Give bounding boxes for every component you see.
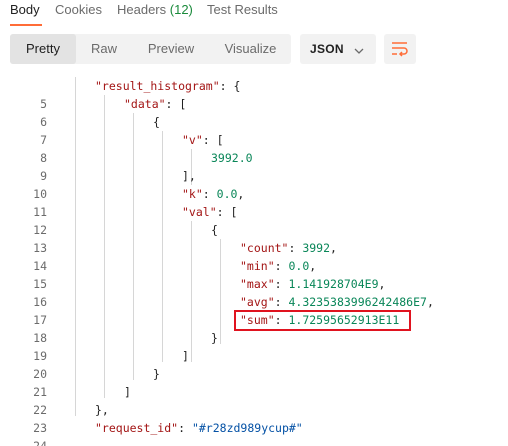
- json-key: "k": [182, 187, 203, 201]
- json-key: "min": [240, 259, 275, 273]
- code-line: 23 },: [0, 401, 508, 435]
- chevron-down-icon: [354, 43, 364, 61]
- wrap-lines-button[interactable]: [384, 34, 416, 64]
- code-line: 22 ]: [0, 383, 508, 417]
- json-number: 0.0: [216, 187, 238, 201]
- json-number: 4.3235383996242486E7: [288, 295, 427, 309]
- preview-button[interactable]: Preview: [132, 34, 210, 64]
- code-line: 15 "min": 0.0,: [0, 257, 508, 291]
- json-key: "val": [182, 205, 217, 219]
- code-line: 10 ],: [0, 167, 508, 201]
- code-line: 13 {: [0, 221, 508, 255]
- response-tabs: Body Cookies Headers (12) Test Results: [0, 0, 508, 28]
- code-line: 21 }: [0, 365, 508, 399]
- view-mode-segmented-control: Pretty Raw Preview Visualize: [10, 34, 291, 64]
- json-key: "max": [240, 277, 275, 291]
- code-line: 14 "count": 3992,: [0, 239, 508, 273]
- code-line: 20 ]: [0, 347, 508, 381]
- code-line: 16 "max": 1.141928704E9,: [0, 275, 508, 309]
- tab-headers-label: Headers: [117, 2, 167, 17]
- tab-headers-count: (12): [169, 2, 193, 17]
- code-line: 12 "val": [: [0, 203, 508, 237]
- code-line: 8 "v": [: [0, 131, 508, 165]
- raw-button[interactable]: Raw: [76, 34, 132, 64]
- json-number: 0.0: [288, 259, 310, 273]
- format-dropdown-label: JSON: [310, 42, 344, 56]
- json-number: 3992.0: [211, 151, 253, 165]
- json-key: "count": [240, 241, 289, 255]
- json-number: 3992: [302, 241, 331, 255]
- json-response-viewer[interactable]: 5 "result_histogram": { 6 "data": [ 7 { …: [0, 77, 508, 446]
- code-line: 19 }: [0, 329, 508, 363]
- code-line: 9 3992.0: [0, 149, 508, 183]
- highlight-box: [234, 310, 411, 331]
- pretty-button[interactable]: Pretty: [10, 34, 76, 64]
- code-line: 24 "request_id": "#r28zd989ycup#": [0, 419, 508, 446]
- json-string: "#r28zd989ycup#": [191, 421, 303, 435]
- wrap-lines-icon: [392, 42, 408, 57]
- tab-headers[interactable]: Headers (12): [117, 2, 193, 17]
- active-tab-indicator: [10, 24, 42, 26]
- json-key: "request_id": [95, 421, 179, 435]
- format-dropdown[interactable]: JSON: [300, 34, 376, 64]
- code-line: 5 "result_histogram": {: [0, 77, 508, 111]
- json-number: 1.141928704E9: [288, 277, 379, 291]
- code-line: 7 {: [0, 113, 508, 147]
- json-key: "v": [182, 133, 203, 147]
- tab-body[interactable]: Body: [10, 2, 40, 17]
- tab-cookies[interactable]: Cookies: [55, 2, 102, 17]
- code-line: 6 "data": [: [0, 95, 508, 129]
- code-line: 17 "avg": 4.3235383996242486E7,: [0, 293, 508, 327]
- json-key: "avg": [240, 295, 275, 309]
- code-line: 11 "k": 0.0,: [0, 185, 508, 219]
- json-key: "result_histogram": [95, 79, 220, 93]
- visualize-button[interactable]: Visualize: [210, 34, 291, 64]
- json-key: "data": [124, 97, 166, 111]
- tab-test-results[interactable]: Test Results: [207, 2, 278, 17]
- line-number: 24: [33, 439, 47, 446]
